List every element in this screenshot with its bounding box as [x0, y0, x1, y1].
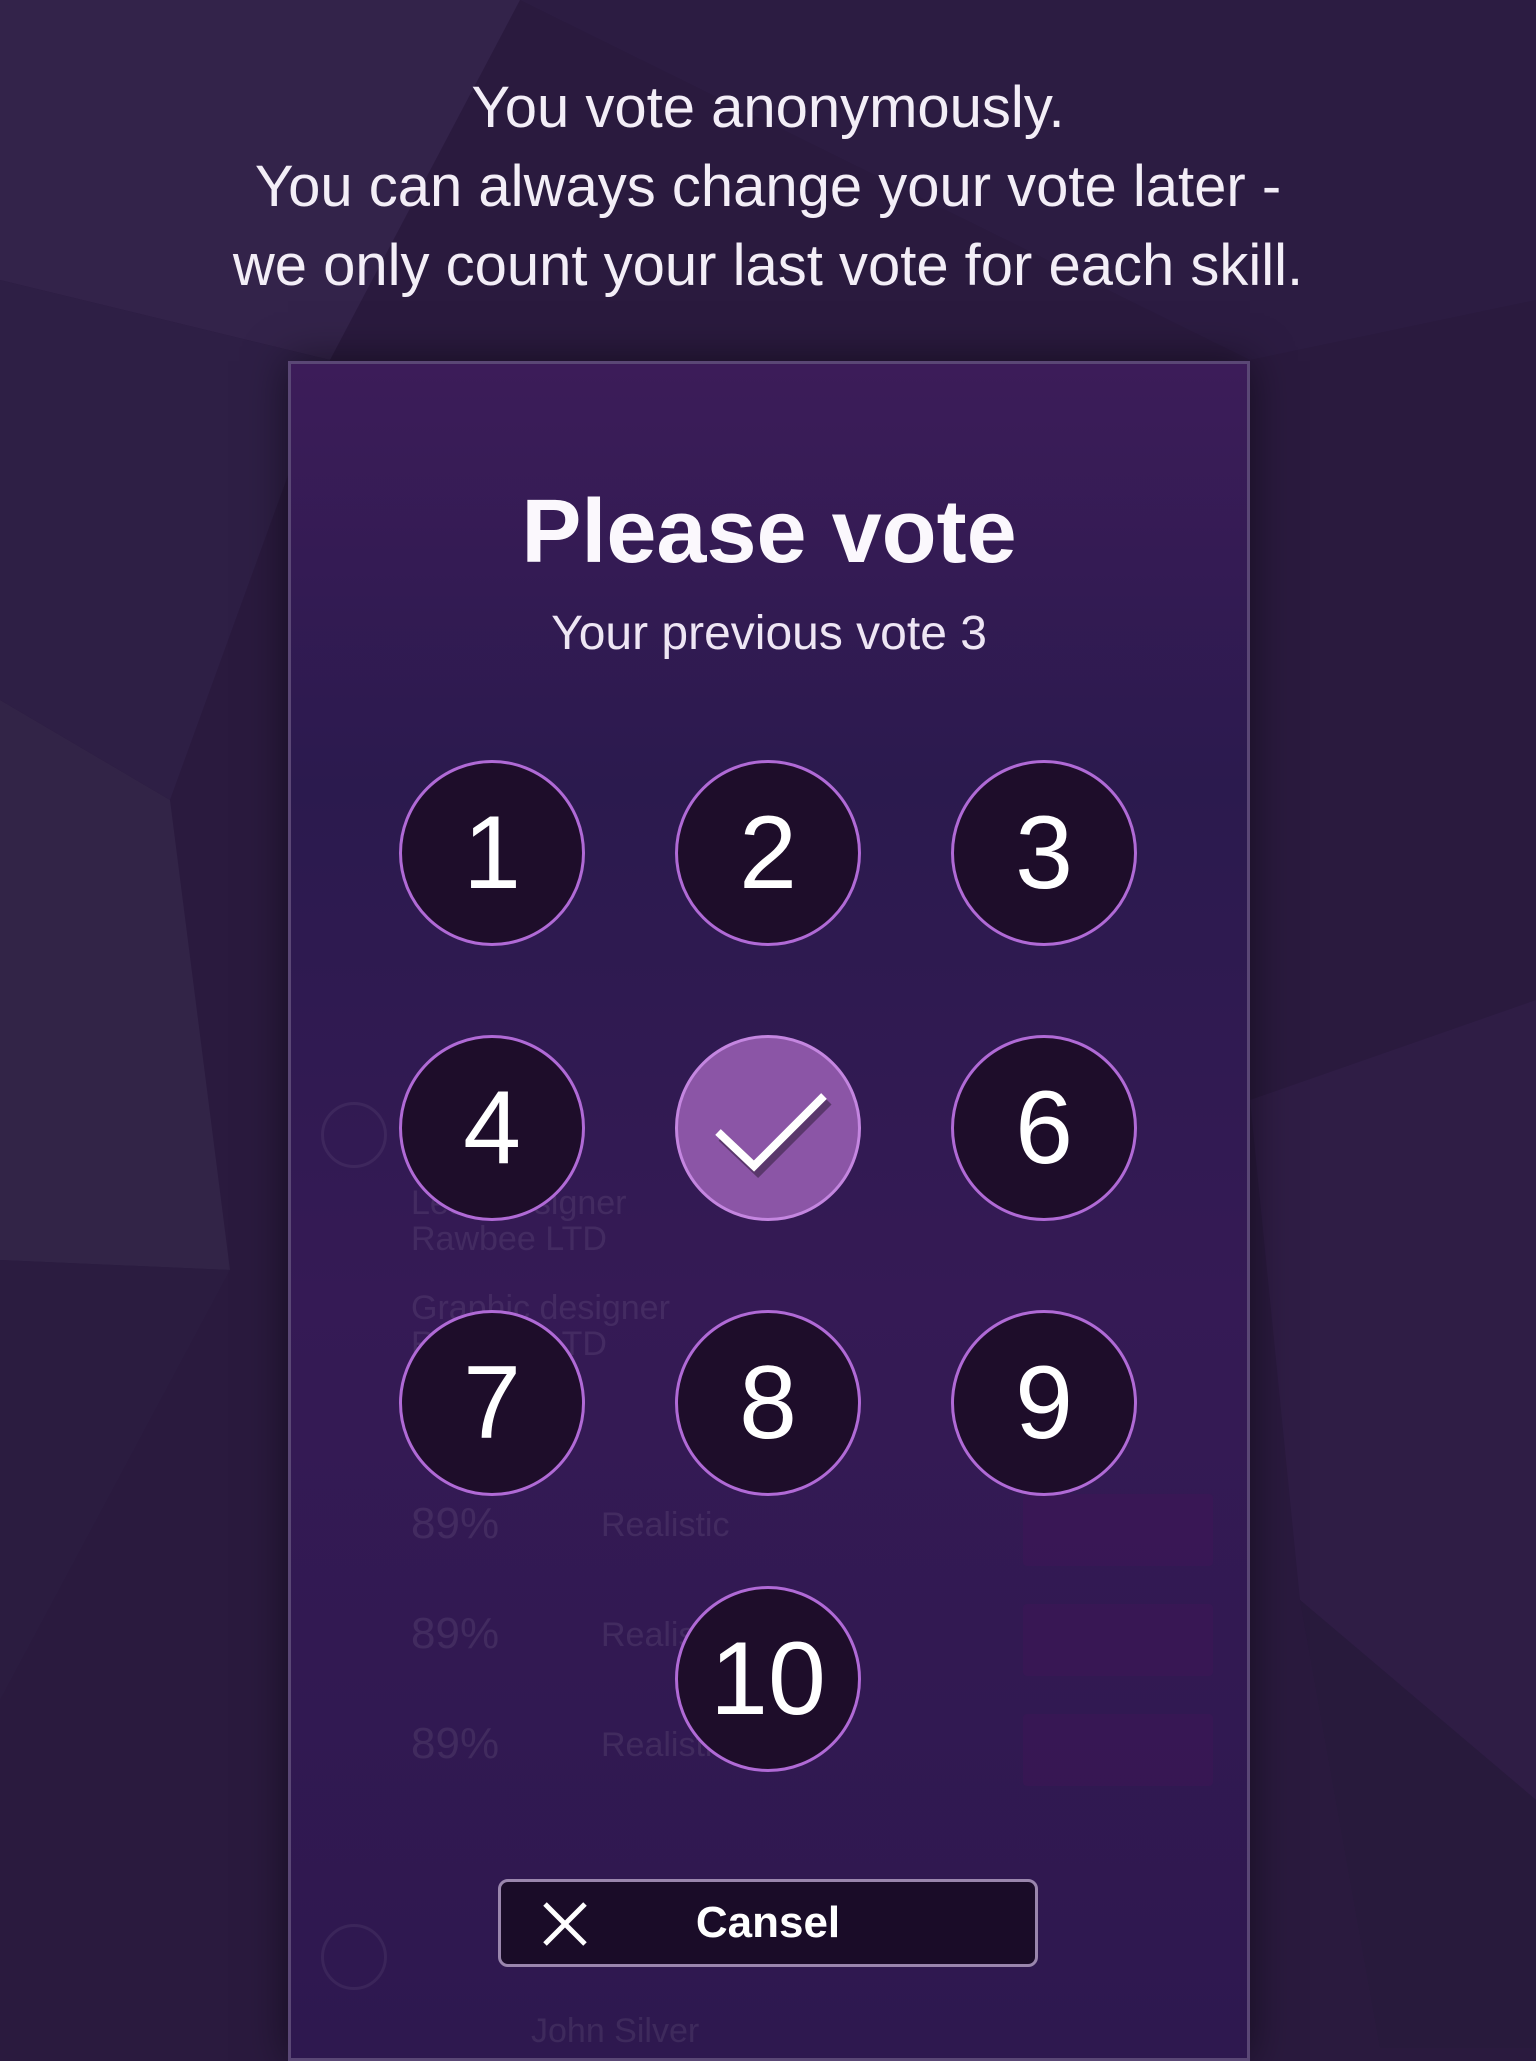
ghost-percent: 89%: [411, 1609, 500, 1658]
ghost-add-icon: [321, 1102, 387, 1168]
previous-vote: Your previous vote 3: [551, 607, 987, 660]
ghost-name: John Silver: [531, 2012, 700, 2050]
cancel-button[interactable]: Cansel: [498, 1879, 1038, 1967]
vote-dialog: Lead designer Rawbee LTD Graphic designe…: [288, 361, 1250, 2061]
vote-key-2[interactable]: 2: [675, 760, 861, 946]
vote-key-4[interactable]: 4: [399, 1035, 585, 1221]
intro-line-2: You can always change your vote later -: [254, 154, 1282, 219]
ghost-text: Rawbee LTD: [411, 1220, 607, 1258]
intro-line-3: we only count your last vote for each sk…: [232, 233, 1304, 298]
vote-key-8[interactable]: 8: [675, 1310, 861, 1496]
vote-key-6[interactable]: 6: [951, 1035, 1137, 1221]
ghost-percent: 89%: [411, 1499, 500, 1548]
vote-key-5-selected[interactable]: [675, 1035, 861, 1221]
ghost-rating: Realistic: [601, 1506, 730, 1544]
ghost-add-icon: [321, 1924, 387, 1990]
cancel-label: Cansel: [695, 1898, 841, 1947]
intro-line-1: You vote anonymously.: [471, 75, 1065, 140]
checkmark-icon: [715, 1093, 832, 1178]
ghost-button: [1023, 1604, 1213, 1676]
ghost-button: [1023, 1494, 1213, 1566]
dialog-title: Please vote: [521, 482, 1017, 582]
intro-text: You vote anonymously. You can always cha…: [0, 68, 1536, 305]
vote-key-3[interactable]: 3: [951, 760, 1137, 946]
ghost-percent: 89%: [411, 1719, 500, 1768]
vote-key-10[interactable]: 10: [675, 1586, 861, 1772]
ghost-button: [1023, 1714, 1213, 1786]
vote-key-1[interactable]: 1: [399, 760, 585, 946]
vote-key-9[interactable]: 9: [951, 1310, 1137, 1496]
vote-key-7[interactable]: 7: [399, 1310, 585, 1496]
